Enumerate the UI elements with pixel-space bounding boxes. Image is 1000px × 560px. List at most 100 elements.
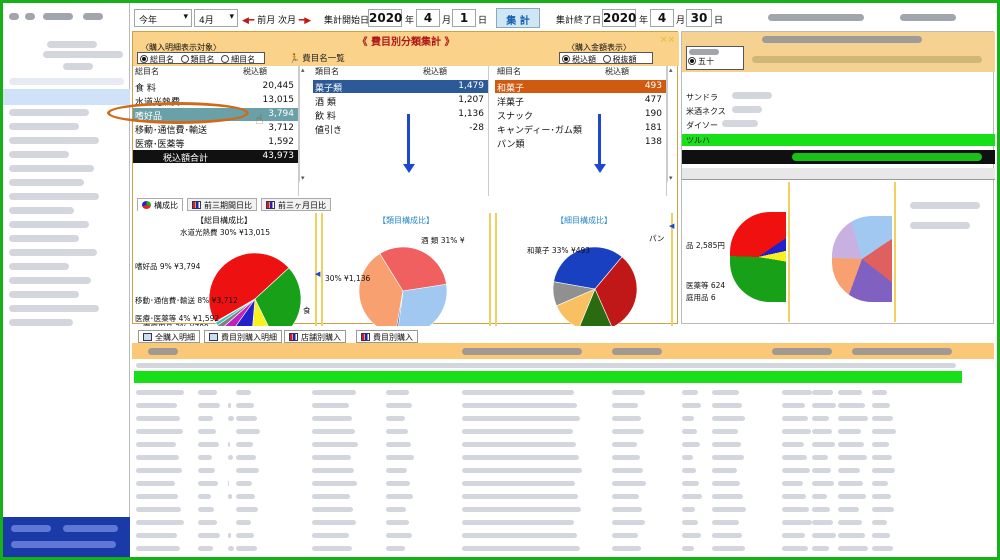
grid-cell [198,494,211,499]
grid-cell [236,390,251,395]
grid-cell [386,390,409,395]
grid-cell [872,494,891,499]
grid-cell [812,520,833,525]
list-item[interactable]: サンドラ [686,92,718,103]
table-row[interactable]: 医療･医薬等 1,592 [133,136,298,150]
grid-cell [812,481,834,486]
expand-arrow-icon[interactable]: ◀ [315,270,320,278]
calculate-button[interactable]: 集 計 [496,8,540,28]
grid-cell [812,429,832,434]
grid-cell [782,520,812,525]
grid-cell [872,390,887,395]
item-list-button[interactable]: 🏃 費目名一覧 [289,52,345,64]
grid-cell [236,481,252,486]
grid-cell [236,546,257,551]
grid-cell [872,533,890,538]
expand-arrow-icon[interactable]: ◀ [669,222,674,230]
store-selector[interactable]: 五十 [686,46,744,70]
close-button[interactable]: ×× [660,35,675,45]
grid-cell [312,390,356,395]
table-row[interactable]: パン類 138 [495,136,666,150]
tab-prev-period[interactable]: 前三期間日比 [187,198,257,211]
tab-store-purchases[interactable]: 店舗別購入 [284,330,346,343]
grid-icon [209,333,218,341]
prev-month-button[interactable]: ◀━ 前月 [242,13,275,26]
grid-cell [682,507,695,512]
period-select[interactable]: 今年 ▾ [134,9,192,27]
scrollbar[interactable]: ▴ ▾ [299,66,309,182]
pie-slice-label: 30% ¥1,136 [325,274,371,283]
grid-cell [236,533,254,538]
grid-cell [236,468,259,473]
end-day-field[interactable]: 30 [686,9,712,27]
table-row-selected[interactable]: 菓子類 1,479 [313,80,488,94]
start-month-field[interactable]: 4 [416,9,440,27]
grid-cell [872,455,892,460]
grid-cell [386,507,406,512]
table-row[interactable]: スナック 190 [495,108,666,122]
grid-cell [812,533,836,538]
table-row[interactable]: 食 料 20,445 [133,80,298,94]
next-month-button[interactable]: 次月 ━▶ [278,13,311,26]
grid-cell [236,416,257,421]
grid-cell [612,494,639,499]
table-row[interactable]: キャンディー･ガム類 181 [495,122,666,136]
grid-cell [612,403,638,408]
end-month-field[interactable]: 4 [650,9,674,27]
grid-cell [682,494,702,499]
grid-cell [136,546,180,551]
grid-cell [198,468,215,473]
tab-all-purchases[interactable]: 全購入明細 [138,330,200,343]
start-day-field[interactable]: 1 [452,9,476,27]
grid-cell [462,442,576,447]
radio-tax-included[interactable]: 税込額 [562,55,596,64]
radio-tax-excluded[interactable]: 税抜額 [602,55,637,64]
left-footer [3,517,130,557]
table-row-selected[interactable]: 和菓子 493 [495,80,666,94]
grid-cell [812,403,836,408]
table-row-selected[interactable] [134,371,962,383]
tab-prev-month[interactable]: 前三ヶ月日比 [261,198,331,211]
grid-cell [612,533,638,538]
table-row[interactable]: 値引き -28 [313,122,488,136]
radio-category[interactable]: 類目名 [180,55,215,64]
grid-cell [462,507,581,512]
end-year-field[interactable]: 2020 [602,9,636,27]
table-row[interactable]: 酒 類 1,207 [313,94,488,108]
list-item-selected[interactable]: ツルハ [682,134,995,146]
grid-cell [682,520,698,525]
grid-cell [462,416,580,421]
tab-item-purchases[interactable]: 費目別購入 [356,330,418,343]
tab-category-purchases[interactable]: 費目別購入明細 [204,330,282,343]
start-year-field[interactable]: 2020 [368,9,402,27]
grid-cell [612,416,641,421]
grid-cell [682,546,694,551]
grid-cell [228,416,234,421]
tab-composition[interactable]: 構成比 [137,198,183,211]
scrollbar[interactable]: ▴ ▾ [667,66,677,182]
radio-detail[interactable]: 細目名 [221,55,255,64]
grid-cell [462,546,580,551]
grid-icon [143,333,152,341]
grid-cell [386,533,412,538]
total-table: 総目名 税込額 食 料 20,445 水道光熱費 13,015 嗜好品 3,794 移… [133,66,299,196]
table-row[interactable]: 移動･通信費･輸送 3,712 [133,122,298,136]
month-select[interactable]: 4月 ▾ [194,9,238,27]
grid-cell [198,546,213,551]
list-item[interactable]: ダイソー [686,120,718,131]
grid-cell [838,507,859,512]
grid-cell [712,494,743,499]
grid-cell [782,546,808,551]
grid-cell [198,481,218,486]
grid-cell [312,481,357,486]
table-row[interactable]: 洋菓子 477 [495,94,666,108]
grid-cell [682,403,701,408]
grid-cell [872,507,894,512]
grid-cell [386,442,411,447]
grid-cell [712,546,745,551]
grid-cell [682,481,699,486]
radio-total[interactable]: 総目名 [140,55,174,64]
list-item[interactable]: 米酒ネクス [686,106,726,117]
grid-cell [136,481,175,486]
table-row[interactable]: 飲 料 1,136 [313,108,488,122]
